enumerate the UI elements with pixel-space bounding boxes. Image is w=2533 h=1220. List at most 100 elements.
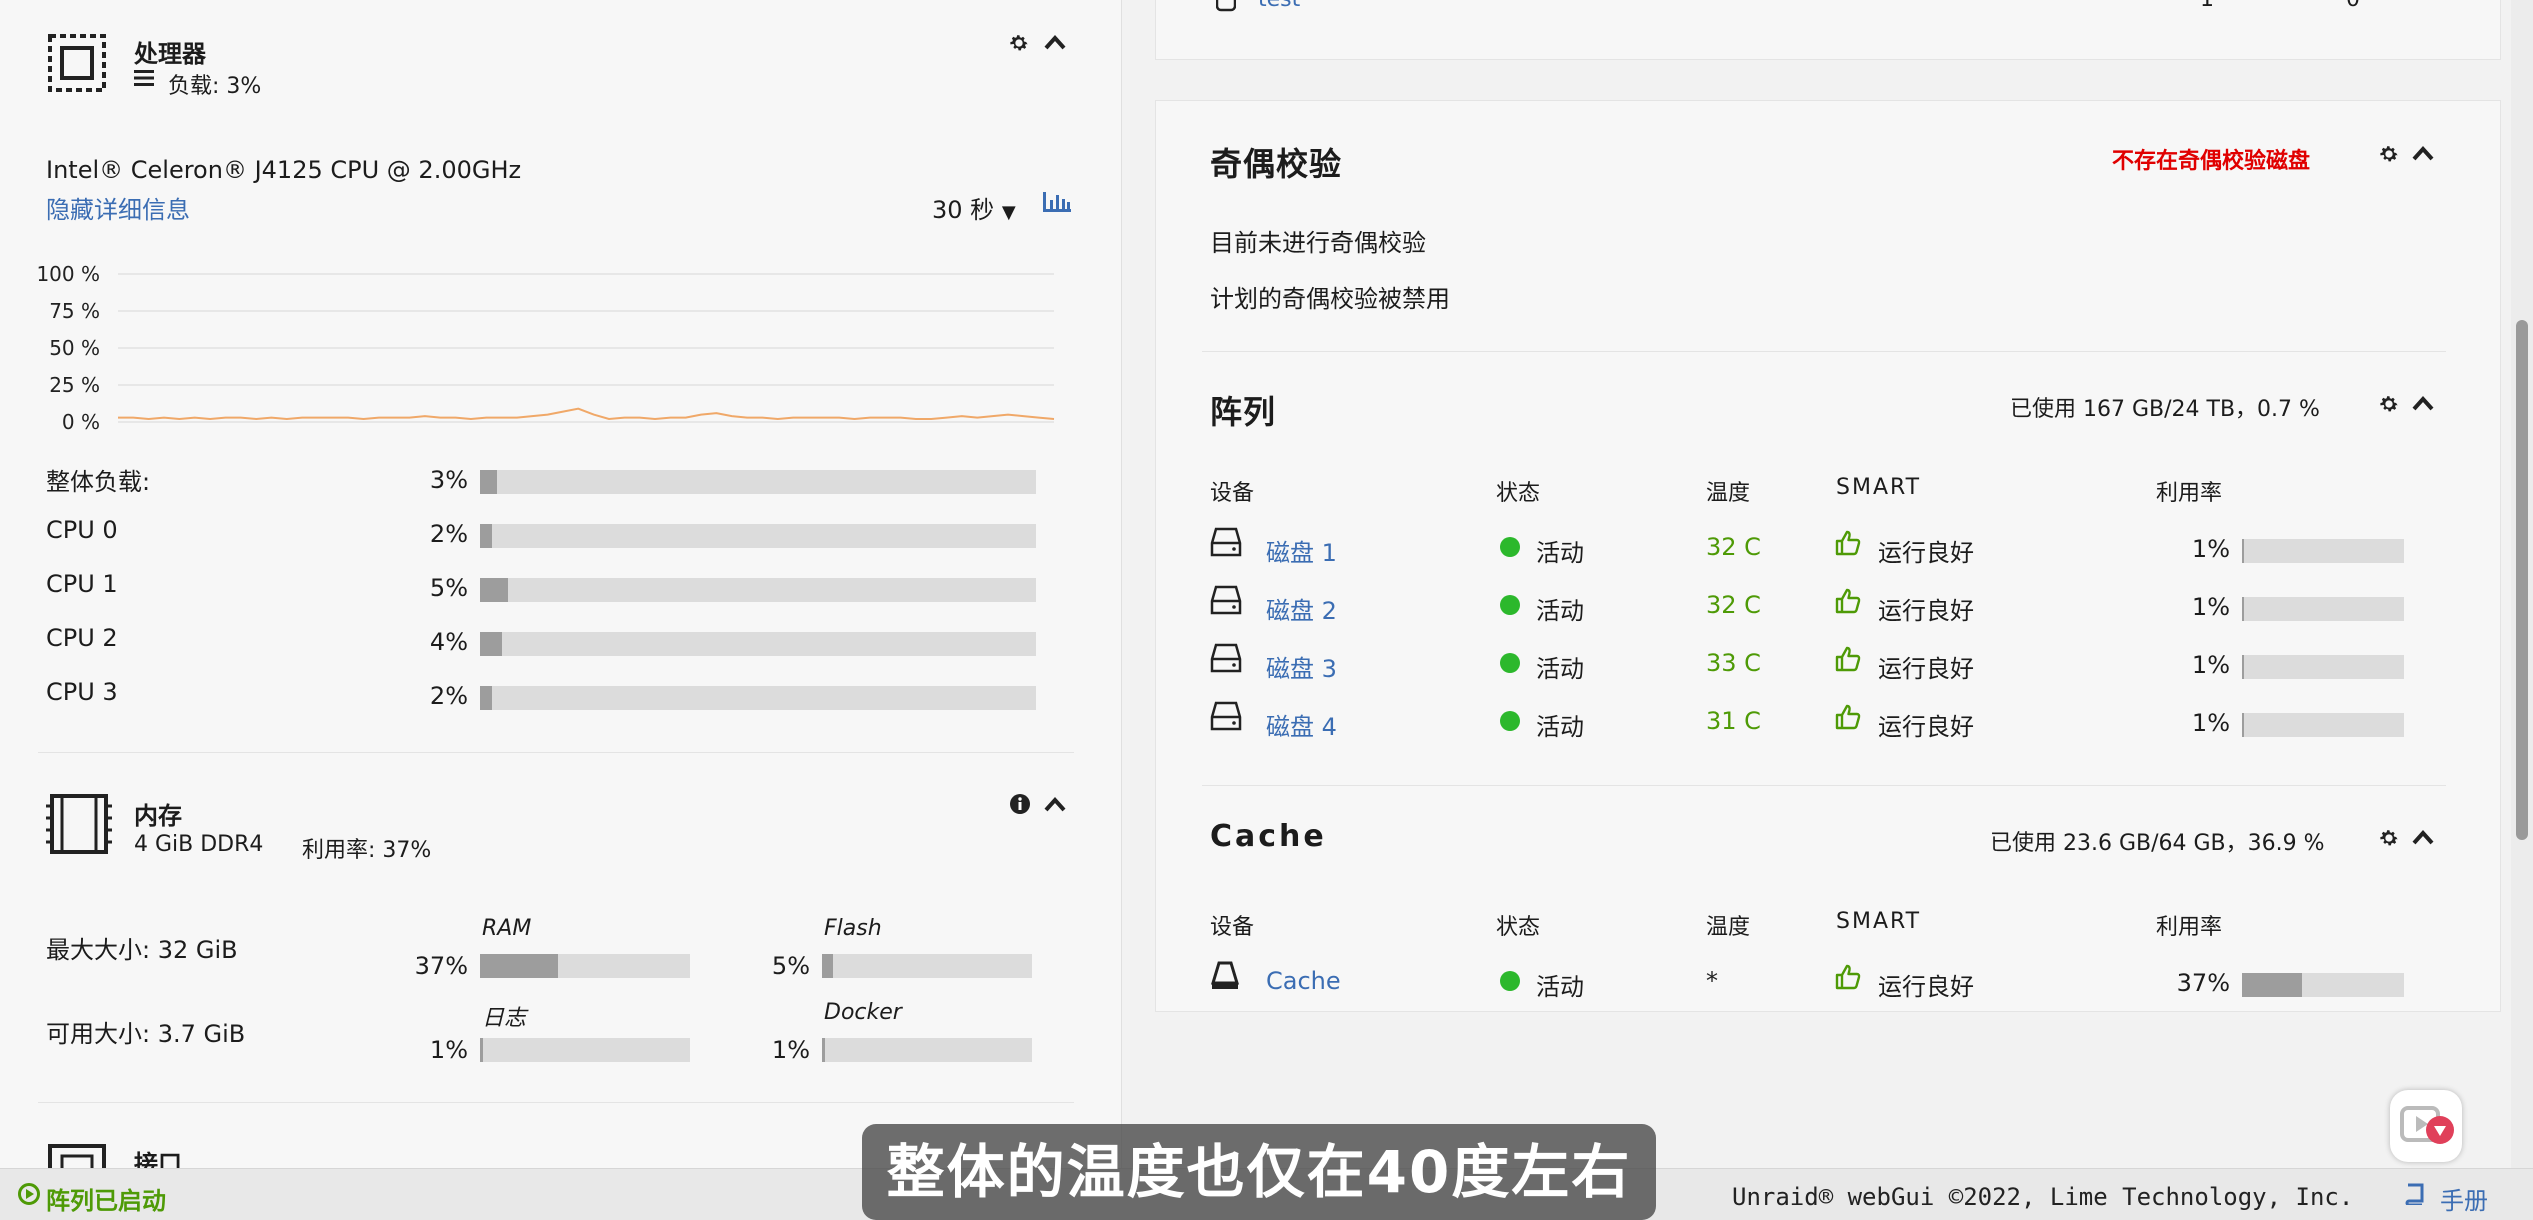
memory-bar-percent: 5%	[771, 952, 810, 980]
player-logo-icon[interactable]	[2390, 1090, 2462, 1162]
disk-name-link[interactable]: 磁盘 1	[1266, 533, 1337, 568]
disk-utilization-bar	[2242, 655, 2404, 679]
disk-name-link[interactable]: Cache	[1266, 967, 1341, 995]
memory-bar-percent: 1%	[771, 1036, 810, 1064]
disk-temperature: *	[1706, 967, 1718, 995]
smart-status: 运行良好	[1878, 597, 1974, 625]
cpu-row-percent: 4%	[429, 628, 468, 656]
manual-book-icon[interactable]	[2404, 1183, 2426, 1207]
disk-status: 活动	[1536, 713, 1584, 741]
disk-utilization-bar-fill	[2242, 539, 2244, 563]
chart-y-tick: 25 %	[49, 373, 100, 397]
thumbs-up-icon	[1834, 529, 1862, 557]
memory-usage-bar	[822, 954, 1032, 978]
collapse-chevron-up-icon[interactable]	[1044, 34, 1068, 54]
array-title: 阵列	[1210, 393, 1277, 431]
memory-usage-bar-fill	[822, 954, 833, 978]
hard-drive-icon	[1210, 643, 1242, 673]
hide-details-link[interactable]: 隐藏详细信息	[46, 190, 190, 225]
disk-utilization: 1%	[2191, 593, 2230, 621]
collapse-chevron-up-icon[interactable]	[2412, 145, 2436, 165]
collapse-chevron-up-icon[interactable]	[2412, 395, 2436, 415]
table-header: 利用率	[2156, 481, 2223, 506]
cache-usage: 已使用 23.6 GB/64 GB，36.9 %	[1990, 831, 2325, 856]
info-icon[interactable]	[1010, 794, 1032, 816]
parity-schedule: 计划的奇偶校验被禁用	[1210, 285, 1450, 313]
memory-usage-bar-fill	[480, 1038, 483, 1062]
parity-warning: 不存在奇偶校验磁盘	[2112, 149, 2311, 174]
disk-utilization-bar	[2242, 973, 2404, 997]
disk-name-link[interactable]: 磁盘 4	[1266, 707, 1337, 742]
smart-status: 运行良好	[1878, 539, 1974, 567]
disk-utilization: 37%	[2176, 969, 2230, 997]
divider	[1202, 351, 2446, 352]
memory-usage-bar-fill	[480, 954, 558, 978]
dropdown-arrow-icon: ▼	[1001, 202, 1016, 223]
share-link-test[interactable]: test	[1258, 0, 1300, 12]
disk-utilization-bar	[2242, 539, 2404, 563]
table-header: 温度	[1706, 915, 1751, 940]
memory-spec: 4 GiB DDR4	[134, 832, 264, 857]
smart-status: 运行良好	[1878, 713, 1974, 741]
memory-usage-bar	[480, 954, 690, 978]
cpu-load-series-line	[118, 407, 1055, 421]
smart-status: 运行良好	[1878, 655, 1974, 683]
disk-name-link[interactable]: 磁盘 2	[1266, 591, 1337, 626]
status-online-dot	[1500, 537, 1520, 557]
cpu-row-label: CPU 2	[46, 624, 118, 652]
disk-temperature: 32 C	[1706, 533, 1761, 561]
cpu-row-percent: 3%	[429, 466, 468, 494]
cpu-usage-bar	[480, 632, 1036, 656]
menu-icon[interactable]	[134, 68, 156, 88]
table-header: 设备	[1210, 481, 1255, 506]
settings-gear-icon[interactable]	[2378, 143, 2402, 167]
disk-utilization: 1%	[2191, 709, 2230, 737]
status-online-dot	[1500, 595, 1520, 615]
table-header: 利用率	[2156, 915, 2223, 940]
disk-utilization-bar	[2242, 597, 2404, 621]
scrollbar-thumb[interactable]	[2516, 320, 2528, 840]
bar-chart-icon[interactable]	[1042, 190, 1072, 216]
chart-y-tick: 0 %	[62, 410, 100, 434]
memory-bar-percent: 37%	[414, 952, 468, 980]
settings-gear-icon[interactable]	[2378, 827, 2402, 851]
disk-status: 活动	[1536, 655, 1584, 683]
max-size: 最大大小: 32 GiB	[46, 936, 238, 964]
table-header: 状态	[1496, 915, 1541, 940]
settings-gear-icon[interactable]	[2378, 393, 2402, 417]
hard-drive-icon	[1210, 701, 1242, 731]
cpu-load-chart: 100 % 75 % 50 % 25 % 0 %	[36, 262, 1055, 434]
settings-gear-icon[interactable]	[1008, 32, 1032, 56]
memory-bar-name: RAM	[482, 916, 532, 941]
hard-drive-icon	[1210, 527, 1242, 557]
interval-select[interactable]: 30 秒 ▼	[932, 190, 1016, 225]
collapse-chevron-up-icon[interactable]	[1044, 796, 1068, 816]
thumbs-up-icon	[1834, 963, 1862, 991]
cpu-load-label: 负载: 3%	[168, 74, 262, 99]
cpu-usage-bar-fill	[480, 470, 497, 494]
manual-link[interactable]: 手册	[2440, 1181, 2488, 1216]
cache-title: Cache	[1210, 819, 1327, 854]
cpu-row-label: 整体负载:	[46, 468, 151, 496]
table-header: 设备	[1210, 915, 1255, 940]
scrollbar-track[interactable]	[2511, 0, 2533, 1168]
disk-name-link[interactable]: 磁盘 3	[1266, 649, 1337, 684]
collapse-chevron-up-icon[interactable]	[2412, 829, 2436, 849]
network-port-icon	[46, 1142, 108, 1168]
play-circle-icon	[18, 1183, 40, 1205]
disk-status: 活动	[1536, 539, 1584, 567]
cpu-usage-bar	[480, 578, 1036, 602]
memory-usage-bar-fill	[822, 1038, 825, 1062]
cpu-usage-bar-fill	[480, 632, 503, 656]
interface-title: 接口	[134, 1150, 182, 1168]
disk-utilization-bar	[2242, 713, 2404, 737]
cpu-title: 处理器	[134, 40, 206, 68]
chart-y-tick: 50 %	[49, 336, 100, 360]
disk-utilization-bar-fill	[2242, 713, 2244, 737]
parity-title: 奇偶校验	[1210, 145, 1343, 183]
memory-bar-percent: 1%	[429, 1036, 468, 1064]
interval-value: 30 秒	[932, 196, 995, 224]
table-header: 温度	[1706, 481, 1751, 506]
cpu-usage-bar-fill	[480, 686, 492, 710]
memory-usage-bar	[822, 1038, 1032, 1062]
